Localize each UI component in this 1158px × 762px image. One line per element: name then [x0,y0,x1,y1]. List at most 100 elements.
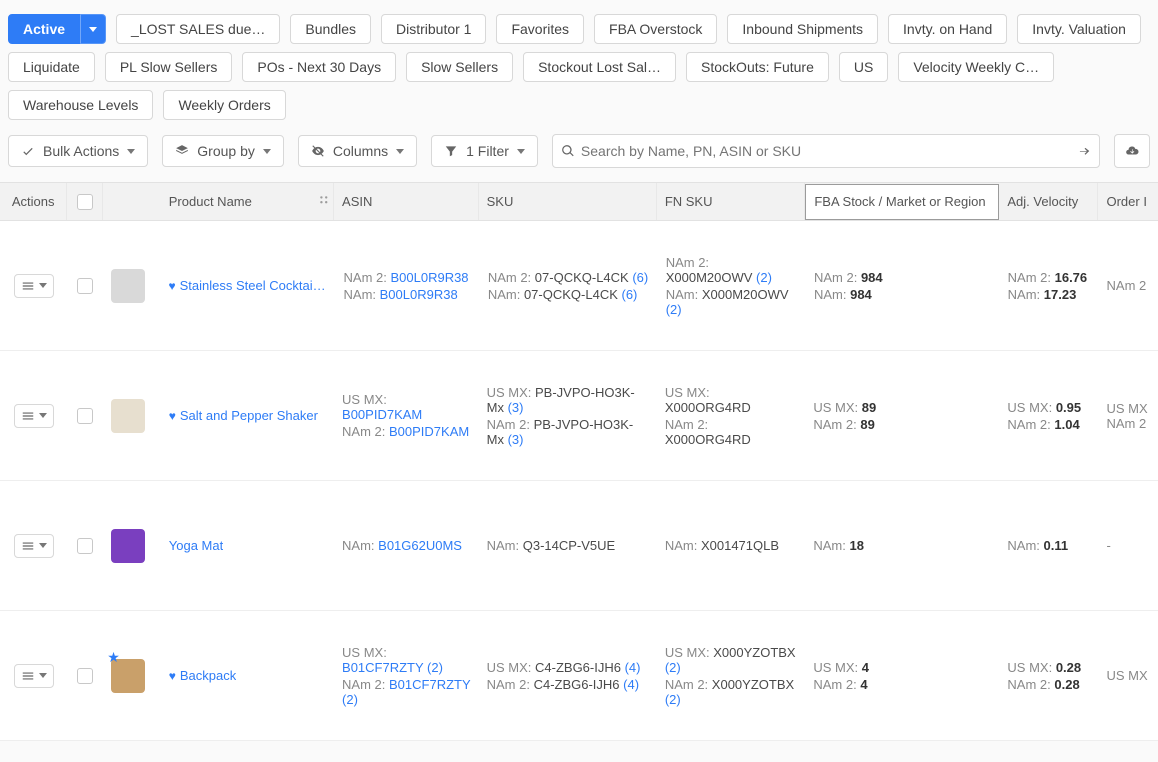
saved-filter-pill[interactable]: Weekly Orders [163,90,285,120]
chevron-down-icon [396,149,404,154]
chevron-down-icon [39,543,47,548]
group-by-label: Group by [197,143,255,159]
menu-icon [21,279,35,293]
chevron-down-icon [127,149,135,154]
active-filter-pill[interactable]: Active [8,14,80,44]
cell-asin: US MX: B01CF7RZTY (2)NAm 2: B01CF7RZTY (… [334,645,479,707]
cell-fba-stock: NAm 2: 984NAm: 984 [806,270,1000,302]
saved-filter-pill[interactable]: Invty. Valuation [1017,14,1141,44]
columns-button[interactable]: Columns [298,135,417,167]
header-fba-stock[interactable]: FBA Stock / Market or Region [805,184,999,220]
header-velocity[interactable]: Adj. Velocity [999,183,1098,220]
saved-filter-pill[interactable]: Invty. on Hand [888,14,1007,44]
cloud-download-button[interactable] [1114,134,1150,168]
product-name-link[interactable]: ♥Backpack [169,668,237,683]
product-thumbnail[interactable] [111,529,145,563]
search-box[interactable] [552,134,1100,168]
cell-order: - [1098,538,1158,553]
cell-asin: US MX: B00PID7KAMNAm 2: B00PID7KAM [334,392,479,439]
cell-fn-sku: US MX: X000ORG4RDNAm 2: X000ORG4RD [657,385,806,447]
saved-filter-pill[interactable]: FBA Overstock [594,14,717,44]
cell-velocity: US MX: 0.95NAm 2: 1.04 [999,400,1098,432]
chevron-down-icon [39,673,47,678]
saved-filter-pill[interactable]: Distributor 1 [381,14,486,44]
row-actions-button[interactable] [14,664,54,688]
row-actions-button[interactable] [14,274,54,298]
cell-fba-stock: NAm: 18 [805,538,999,553]
header-sku[interactable]: SKU [479,183,657,220]
cell-velocity: NAm 2: 16.76NAm: 17.23 [1000,270,1099,302]
table-row: Yoga MatNAm: B01G62U0MSNAm: Q3-14CP-V5UE… [0,481,1158,611]
saved-filter-pill[interactable]: Velocity Weekly C… [898,52,1054,82]
arrow-right-icon[interactable] [1077,144,1091,158]
header-actions[interactable]: Actions [0,183,67,220]
bulk-actions-label: Bulk Actions [43,143,119,159]
saved-filter-pill[interactable]: Warehouse Levels [8,90,153,120]
filter-button[interactable]: 1 Filter [431,135,538,167]
chevron-down-icon [89,27,97,32]
toolbar: Bulk Actions Group by Columns 1 Filter [0,124,1158,182]
product-thumbnail[interactable]: ★ [111,659,145,693]
row-checkbox[interactable] [77,278,93,294]
cell-velocity: US MX: 0.28NAm 2: 0.28 [999,660,1098,692]
cell-fn-sku: NAm: X001471QLB [657,538,806,553]
active-filter-group: Active [8,14,106,44]
header-product-name[interactable]: Product Name [161,183,334,220]
table-row: ♥Stainless Steel Cocktail … NAm 2: B00L0R… [0,221,1158,351]
header-select-all[interactable] [67,183,103,220]
cell-sku: NAm: Q3-14CP-V5UE [479,538,657,553]
row-checkbox[interactable] [77,538,93,554]
menu-icon [21,539,35,553]
product-thumbnail[interactable] [111,269,145,303]
saved-filter-pill[interactable]: Inbound Shipments [727,14,878,44]
saved-filter-pill[interactable]: POs - Next 30 Days [242,52,396,82]
row-checkbox[interactable] [77,408,93,424]
header-asin[interactable]: ASIN [334,183,479,220]
product-name-link[interactable]: ♥Stainless Steel Cocktail … [169,278,328,293]
cell-sku: US MX: C4-ZBG6-IJH6 (4)NAm 2: C4-ZBG6-IJ… [479,660,657,692]
saved-filter-pill[interactable]: Slow Sellers [406,52,513,82]
chevron-down-icon [39,283,47,288]
saved-filter-pill[interactable]: Liquidate [8,52,95,82]
row-actions-button[interactable] [14,534,54,558]
cell-order: US MX [1098,668,1158,683]
heart-icon: ♥ [169,409,176,423]
row-checkbox[interactable] [77,668,93,684]
search-input[interactable] [575,135,1077,167]
layers-icon [175,144,189,158]
menu-icon [21,669,35,683]
heart-icon: ♥ [169,279,176,293]
row-actions-button[interactable] [14,404,54,428]
saved-filter-pill[interactable]: PL Slow Sellers [105,52,233,82]
search-icon [561,144,575,158]
product-name-link[interactable]: ♥Salt and Pepper Shaker [169,408,318,423]
saved-filter-pill[interactable]: StockOuts: Future [686,52,829,82]
saved-filter-pill[interactable]: US [839,52,888,82]
bulk-actions-button[interactable]: Bulk Actions [8,135,148,167]
cell-fba-stock: US MX: 4NAm 2: 4 [805,660,999,692]
filter-icon [444,144,458,158]
cell-fn-sku: US MX: X000YZOTBX (2)NAm 2: X000YZOTBX (… [657,645,806,707]
grid-header: Actions Product Name ASIN SKU FN SKU FBA… [0,183,1158,221]
cloud-download-icon [1125,144,1139,158]
cell-velocity: NAm: 0.11 [999,538,1098,553]
header-order[interactable]: Order I [1098,183,1158,220]
heart-icon: ♥ [169,669,176,683]
table-row: ♥Salt and Pepper Shaker US MX: B00PID7KAM… [0,351,1158,481]
columns-label: Columns [333,143,388,159]
saved-filter-pill[interactable]: Stockout Lost Sal… [523,52,676,82]
header-fn-sku[interactable]: FN SKU [657,183,806,220]
group-by-button[interactable]: Group by [162,135,284,167]
product-grid: Actions Product Name ASIN SKU FN SKU FBA… [0,182,1158,741]
active-filter-dropdown[interactable] [80,14,106,44]
saved-filter-pill[interactable]: _LOST SALES due… [116,14,280,44]
product-thumbnail[interactable] [111,399,145,433]
chevron-down-icon [263,149,271,154]
check-icon [21,144,35,158]
saved-filter-pill[interactable]: Favorites [496,14,584,44]
table-row: ★ ♥Backpack US MX: B01CF7RZTY (2)NAm 2: B0… [0,611,1158,741]
product-name-link[interactable]: Yoga Mat [169,538,223,553]
saved-filter-pill[interactable]: Bundles [290,14,371,44]
cell-asin: NAm 2: B00L0R9R38NAm: B00L0R9R38 [336,270,480,302]
chevron-down-icon [517,149,525,154]
